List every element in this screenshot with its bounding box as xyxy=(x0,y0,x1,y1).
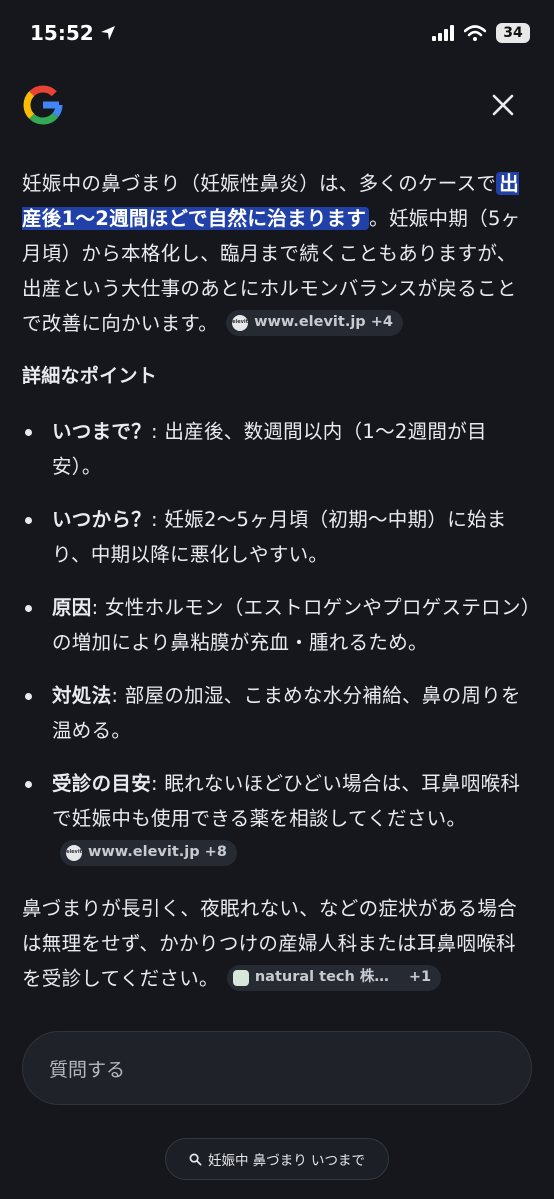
status-bar: 15:52 34 xyxy=(0,0,554,66)
source-chip-label: natural tech 株… xyxy=(254,969,389,986)
elevit-favicon-icon: elevit xyxy=(66,844,82,861)
point-title: 受診の目安 xyxy=(52,772,152,795)
google-logo-icon xyxy=(23,85,63,125)
intro-paragraph: 妊娠中の鼻づまり（妊娠性鼻炎）は、多くのケースで 出産後1〜2週間ほどで自然に治ま… xyxy=(22,166,534,341)
source-chip-naturaltech[interactable]: natural tech 株… +1 xyxy=(226,964,442,991)
naturaltech-favicon-icon xyxy=(232,969,249,986)
close-icon xyxy=(492,94,514,116)
ai-answer: 妊娠中の鼻づまり（妊娠性鼻炎）は、多くのケースで 出産後1〜2週間ほどで自然に治ま… xyxy=(22,166,534,996)
battery-level: 34 xyxy=(503,25,523,41)
source-chip-label: www.elevit.jp +4 xyxy=(254,314,393,331)
header xyxy=(0,78,554,134)
search-icon xyxy=(189,1153,202,1165)
point-title: 原因 xyxy=(52,596,92,619)
point-title: いつから？ xyxy=(52,508,152,531)
section-title: 詳細なポイント xyxy=(22,365,158,387)
ask-placeholder: 質問する xyxy=(49,1058,126,1081)
search-query-pill[interactable]: 妊娠中 鼻づまり いつまで xyxy=(165,1138,389,1180)
source-chip-elevit[interactable]: elevit www.elevit.jp +4 xyxy=(226,309,403,336)
wifi-icon xyxy=(464,25,486,41)
location-arrow-icon xyxy=(100,26,115,40)
signal-icon xyxy=(432,25,454,41)
point-title: 対処法 xyxy=(52,684,112,707)
query-label: 妊娠中 鼻づまり いつまで xyxy=(207,1153,366,1169)
list-item: 原因: 女性ホルモン（エストロゲンやプロゲステロン）の増加により鼻粘膜が充血・腫… xyxy=(22,590,534,660)
status-time: 15:52 xyxy=(30,21,116,45)
points-list: いつまで？: 出産後、数週間以内（1〜2週間が目安）。 いつから？: 妊娠2〜5… xyxy=(22,414,534,871)
time-label: 15:52 xyxy=(30,21,94,45)
ask-input[interactable]: 質問する xyxy=(22,1031,532,1105)
source-chip-extra: +1 xyxy=(408,969,432,986)
list-item: 対処法: 部屋の加湿、こまめな水分補給、鼻の周りを温める。 xyxy=(22,678,534,748)
point-text: : 部屋の加湿、こまめな水分補給、鼻の周りを温める。 xyxy=(52,684,521,742)
source-chip-elevit[interactable]: elevit www.elevit.jp +8 xyxy=(60,839,237,866)
list-item: いつから？: 妊娠2〜5ヶ月頃（初期〜中期）に始まり、中期以降に悪化しやすい。 xyxy=(22,502,534,572)
source-chip-label: www.elevit.jp +8 xyxy=(88,844,227,861)
list-item: 受診の目安: 眠れないほどひどい場合は、耳鼻咽喉科で妊娠中も使用できる薬を相談し… xyxy=(22,766,534,871)
point-text: : 女性ホルモン（エストロゲンやプロゲステロン）の増加により鼻粘膜が充血・腫れる… xyxy=(52,596,531,654)
battery-indicator: 34 xyxy=(496,23,530,43)
close-button[interactable] xyxy=(486,88,520,122)
intro-text: 妊娠中の鼻づまり（妊娠性鼻炎）は、多くのケースで xyxy=(22,172,497,195)
closing-paragraph: 鼻づまりが長引く、夜眠れない、などの症状がある場合は無理をせず、かかりつけの産婦… xyxy=(22,891,534,996)
point-title: いつまで？ xyxy=(52,420,152,443)
elevit-favicon-icon: elevit xyxy=(232,314,249,331)
list-item: いつまで？: 出産後、数週間以内（1〜2週間が目安）。 xyxy=(22,414,534,484)
